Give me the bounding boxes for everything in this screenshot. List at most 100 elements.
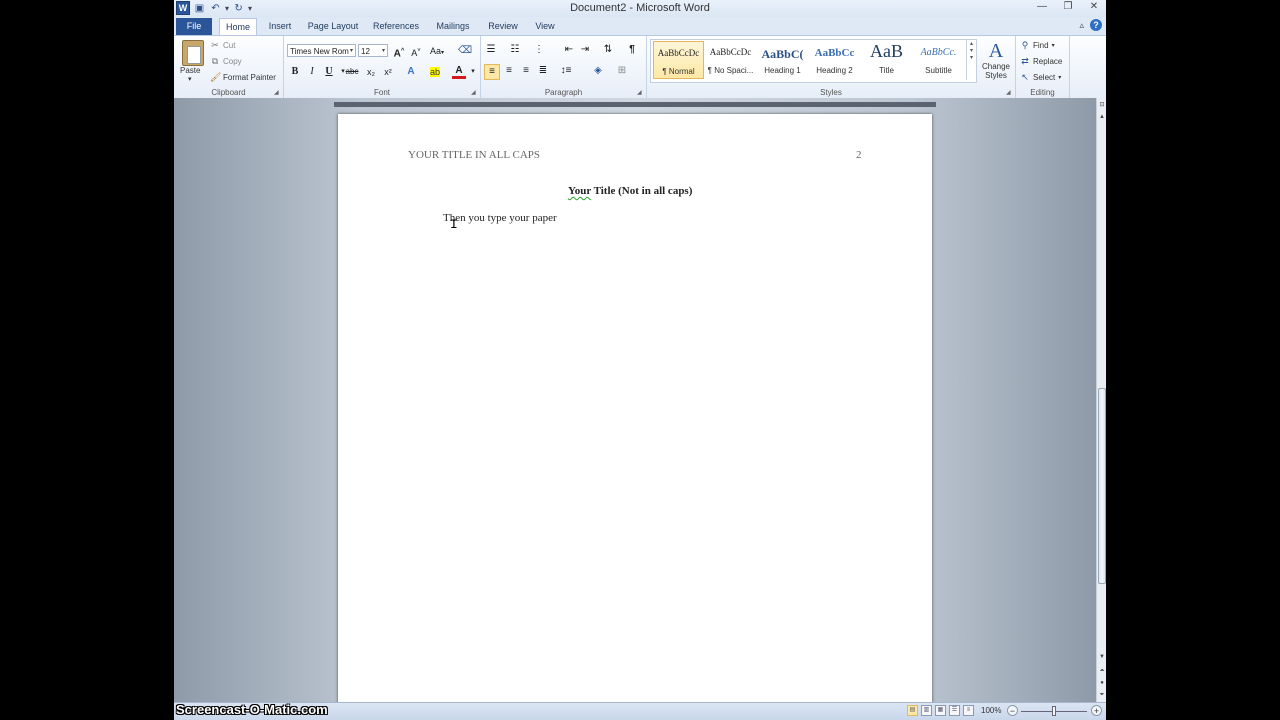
web-layout-icon[interactable]: ▦ — [935, 705, 946, 716]
more-styles-icon[interactable]: ▾ — [967, 54, 976, 61]
style-name: Heading 2 — [816, 66, 853, 75]
clear-formatting-icon[interactable]: ⌫ — [458, 44, 472, 58]
strikethrough-button[interactable]: abc — [345, 65, 359, 79]
restore-icon[interactable]: ❐ — [1062, 1, 1074, 13]
style-preview: AaBbC( — [761, 47, 804, 61]
numbering-icon[interactable]: ☷ — [508, 43, 522, 57]
zoom-out-icon[interactable]: − — [1007, 705, 1018, 716]
tab-references[interactable]: References — [370, 18, 422, 35]
align-center-icon[interactable]: ≡ — [502, 64, 516, 78]
close-icon[interactable]: ✕ — [1088, 1, 1100, 13]
change-styles-button[interactable]: A Change Styles — [980, 40, 1012, 80]
find-button[interactable]: ⚲ Find ▾ — [1020, 39, 1055, 52]
text-effects-icon[interactable]: A — [404, 65, 418, 79]
outline-icon[interactable]: ☰ — [949, 705, 960, 716]
style-title[interactable]: AaB Title — [861, 41, 912, 79]
scroll-down-icon[interactable]: ▼ — [1097, 652, 1106, 662]
clipboard-launcher-icon[interactable]: ◢ — [274, 90, 280, 96]
font-size-select[interactable]: 12 ▾ — [358, 44, 388, 57]
bold-button[interactable]: B — [288, 65, 302, 79]
tab-view[interactable]: View — [531, 18, 559, 35]
chevron-down-icon: ▾ — [1051, 43, 1055, 49]
style-heading-2[interactable]: AaBbCc Heading 2 — [809, 41, 860, 79]
line-spacing-icon[interactable]: ↕≡ — [559, 64, 573, 78]
full-screen-reading-icon[interactable]: ▥ — [921, 705, 932, 716]
replace-button[interactable]: ⇄ Replace — [1020, 55, 1062, 68]
change-case-button[interactable]: Aa▾ — [430, 44, 444, 58]
increase-indent-icon[interactable]: ⇥ — [578, 43, 592, 57]
tab-mailings[interactable]: Mailings — [432, 18, 474, 35]
title-word-your: Your — [568, 185, 592, 197]
zoom-in-icon[interactable]: + — [1091, 705, 1102, 716]
italic-button[interactable]: I — [305, 65, 319, 79]
zoom-level[interactable]: 100% — [981, 706, 1001, 715]
style-no-spacing[interactable]: AaBbCcDc ¶ No Spaci... — [705, 41, 756, 79]
draft-icon[interactable]: ≡ — [963, 705, 974, 716]
ruler-toggle-icon[interactable]: ⊡ — [1097, 100, 1106, 110]
clipboard-group-label: Clipboard — [211, 88, 246, 97]
window-controls: — ❐ ✕ — [1036, 1, 1100, 13]
bullets-icon[interactable]: ☰ — [484, 43, 498, 57]
tab-file[interactable]: File — [176, 18, 212, 35]
minimize-icon[interactable]: — — [1036, 1, 1048, 13]
decrease-indent-icon[interactable]: ⇤ — [562, 43, 576, 57]
shading-icon[interactable]: ◈ — [591, 64, 605, 78]
zoom-slider-thumb[interactable] — [1052, 706, 1056, 716]
styles-gallery-scroll[interactable]: ▴ ▾ ▾ — [966, 40, 976, 80]
next-page-icon[interactable]: ⏷ — [1097, 690, 1106, 700]
help-icon[interactable]: ? — [1090, 19, 1102, 31]
document-title[interactable]: Your Title (Not in all caps) — [568, 185, 692, 197]
tab-page-layout[interactable]: Page Layout — [306, 18, 360, 35]
subscript-button[interactable]: x₂ — [364, 65, 378, 79]
minimize-ribbon-icon[interactable]: ▵ — [1079, 20, 1084, 31]
font-launcher-icon[interactable]: ◢ — [471, 90, 477, 96]
shrink-font-button[interactable]: A˅ — [409, 44, 423, 58]
paragraph-launcher-icon[interactable]: ◢ — [637, 90, 643, 96]
highlight-icon[interactable]: ab — [428, 65, 442, 79]
grow-font-button[interactable]: A^ — [392, 44, 406, 60]
document-page[interactable]: YOUR TITLE IN ALL CAPS 2 Your Title (Not… — [338, 114, 932, 702]
vertical-scrollbar[interactable]: ⊡ ▲ ▼ ⏶ ● ⏷ — [1096, 98, 1106, 702]
underline-button[interactable]: U — [322, 65, 336, 79]
browse-object-icon[interactable]: ● — [1097, 678, 1106, 688]
borders-icon[interactable]: ⊞ — [615, 64, 629, 78]
font-size-value: 12 — [361, 47, 370, 56]
tab-insert[interactable]: Insert — [263, 18, 297, 35]
grow-font-icon: A — [393, 48, 401, 60]
copy-button[interactable]: ⧉ Copy — [210, 54, 242, 68]
header-page-number[interactable]: 2 — [856, 149, 862, 161]
style-heading-1[interactable]: AaBbC( Heading 1 — [757, 41, 808, 79]
sort-icon[interactable]: ⇅ — [601, 43, 615, 57]
paste-icon[interactable] — [182, 40, 204, 66]
font-name-select[interactable]: Times New Rom ▾ — [287, 44, 356, 57]
paragraph-group: ☰ ☷ ⋮ ⇤ ⇥ ⇅ ¶ ≡ ≡ ≡ ≣ ↕≡ ◈ ⊞ Paragraph ◢ — [481, 36, 647, 98]
cut-button[interactable]: ✂ Cut — [210, 38, 235, 52]
style-normal[interactable]: AaBbCcDc ¶ Normal — [653, 41, 704, 79]
align-left-icon[interactable]: ≡ — [484, 64, 500, 80]
previous-page-icon[interactable]: ⏶ — [1097, 666, 1106, 676]
scroll-up-icon[interactable]: ▲ — [1097, 112, 1106, 122]
select-button[interactable]: ↖ Select ▾ — [1020, 71, 1061, 84]
tab-home[interactable]: Home — [219, 18, 257, 35]
scroll-up-icon[interactable]: ▴ — [967, 40, 976, 47]
justify-icon[interactable]: ≣ — [536, 64, 550, 78]
font-color-dropdown-icon[interactable]: ▾ — [466, 65, 480, 79]
align-right-icon[interactable]: ≡ — [519, 64, 533, 78]
font-color-button[interactable]: A — [452, 65, 466, 79]
cut-label: Cut — [223, 40, 236, 50]
superscript-button[interactable]: x² — [381, 65, 395, 79]
multilevel-list-icon[interactable]: ⋮ — [532, 43, 546, 57]
style-preview: AaBbCc — [814, 47, 855, 59]
header-title[interactable]: YOUR TITLE IN ALL CAPS — [408, 149, 540, 161]
scroll-down-icon[interactable]: ▾ — [967, 47, 976, 54]
show-formatting-button[interactable]: ¶ — [625, 43, 639, 57]
body-paragraph[interactable]: Then you type your paper — [443, 212, 557, 224]
tab-review[interactable]: Review — [484, 18, 522, 35]
format-painter-button[interactable]: 🖌 Format Painter — [210, 70, 276, 84]
style-subtitle[interactable]: AaBbCc. Subtitle — [913, 41, 964, 79]
styles-launcher-icon[interactable]: ◢ — [1006, 90, 1012, 96]
paste-dropdown-icon[interactable]: ▾ — [188, 75, 192, 83]
paste-button-label[interactable]: Paste — [180, 66, 200, 75]
scrollbar-thumb[interactable] — [1098, 388, 1106, 584]
print-layout-icon[interactable]: ▤ — [907, 705, 918, 716]
